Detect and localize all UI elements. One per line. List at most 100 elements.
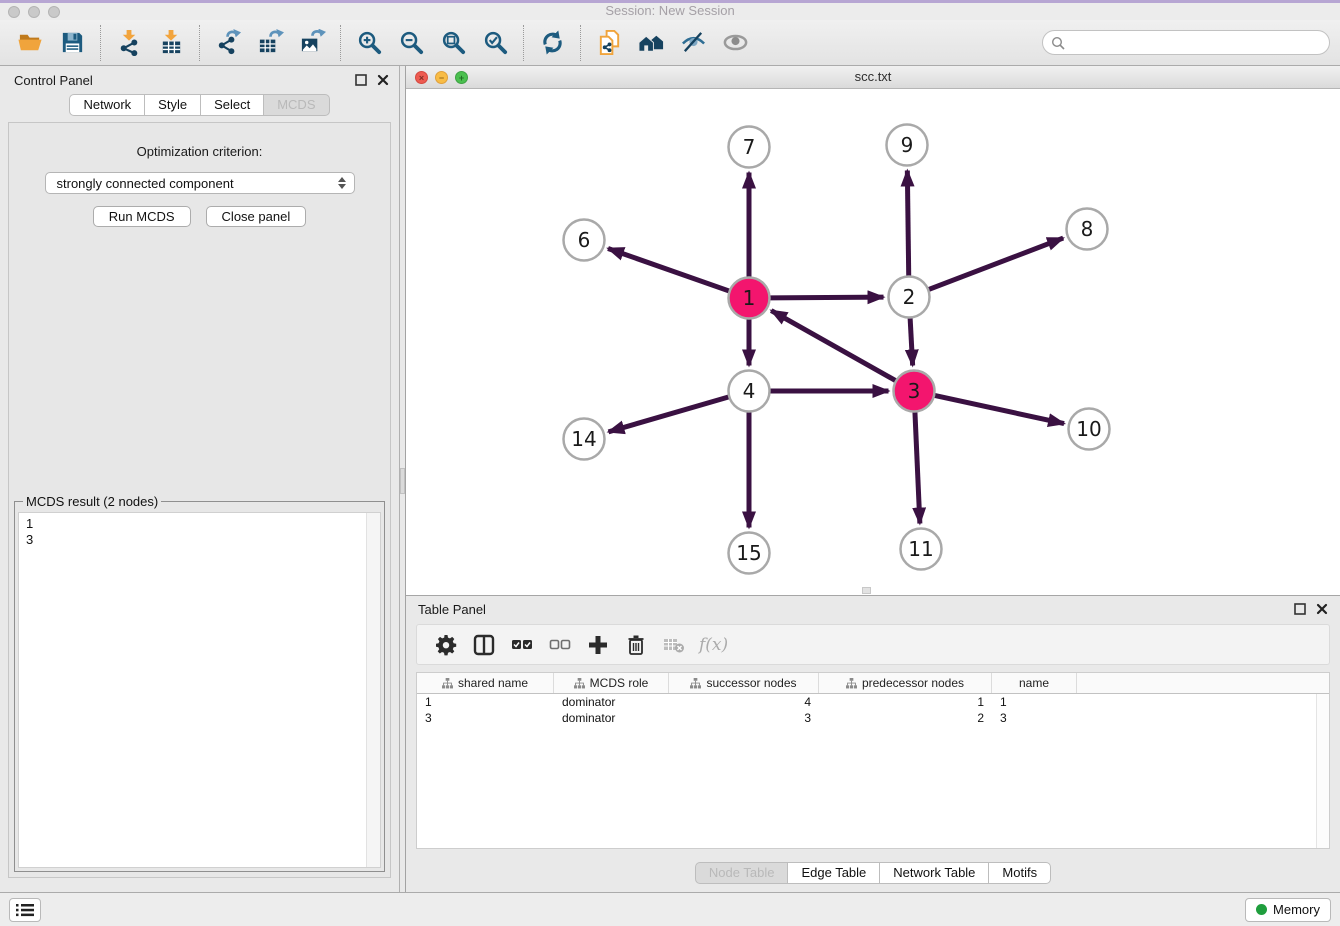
vertical-splitter[interactable]	[399, 66, 406, 892]
first-neighbors-button[interactable]	[636, 28, 666, 58]
graph-node-3[interactable]: 3	[894, 371, 935, 412]
splitter-handle[interactable]	[400, 468, 405, 494]
graph-node-11[interactable]: 11	[901, 529, 942, 570]
float-panel-icon[interactable]	[355, 74, 367, 86]
search-input[interactable]	[1070, 35, 1321, 50]
graph-edge-2-3[interactable]	[910, 317, 913, 365]
graph-node-9[interactable]: 9	[887, 125, 928, 166]
clone-network-button[interactable]	[594, 28, 624, 58]
network-close-icon[interactable]: ×	[415, 71, 428, 84]
graph-node-4[interactable]: 4	[729, 371, 770, 412]
import-network-button[interactable]	[114, 28, 144, 58]
control-panel-tabs: NetworkStyleSelectMCDS	[0, 94, 399, 116]
deselect-all-button[interactable]	[547, 632, 573, 658]
graph-node-6[interactable]: 6	[564, 220, 605, 261]
run-mcds-button[interactable]: Run MCDS	[93, 206, 191, 227]
export-table-button[interactable]	[255, 28, 285, 58]
maximize-window-icon[interactable]	[48, 6, 60, 18]
save-session-button[interactable]	[57, 28, 87, 58]
close-panel-icon[interactable]	[377, 74, 389, 86]
task-history-button[interactable]	[9, 898, 41, 922]
zoom-out-button[interactable]	[396, 28, 426, 58]
graph-node-10[interactable]: 10	[1069, 409, 1110, 450]
network-minimize-icon[interactable]: −	[435, 71, 448, 84]
graph-node-label: 2	[903, 285, 916, 309]
select-all-button[interactable]	[509, 632, 535, 658]
table-tab-node-table[interactable]: Node Table	[695, 862, 789, 884]
table-scrollbar[interactable]	[1316, 694, 1329, 848]
open-session-button[interactable]	[15, 28, 45, 58]
graph-node-14[interactable]: 14	[564, 419, 605, 460]
add-column-button[interactable]	[585, 632, 611, 658]
function-builder-button[interactable]: f(x)	[699, 632, 728, 658]
show-all-button[interactable]	[720, 28, 750, 58]
graph-edge-3-11[interactable]	[915, 411, 920, 523]
graph-node-15[interactable]: 15	[729, 533, 770, 574]
export-image-button[interactable]	[297, 28, 327, 58]
graph-edge-2-8[interactable]	[928, 238, 1063, 290]
graph-edge-2-9[interactable]	[907, 170, 908, 276]
graph-edge-1-2[interactable]	[769, 297, 883, 298]
hide-selected-button[interactable]	[678, 28, 708, 58]
table-cell-predecessor-nodes: 1	[819, 694, 992, 710]
graph-edge-3-1[interactable]	[771, 311, 896, 381]
graph-edge-3-10[interactable]	[934, 395, 1064, 423]
app-titlebar: Session: New Session	[0, 0, 1340, 20]
global-search[interactable]	[1042, 30, 1330, 55]
zoom-fit-button[interactable]	[438, 28, 468, 58]
tab-style[interactable]: Style	[144, 94, 201, 116]
table-tab-edge-table[interactable]: Edge Table	[787, 862, 880, 884]
app-window-controls[interactable]	[8, 6, 60, 18]
zoom-selected-icon	[482, 29, 509, 56]
close-table-panel-icon[interactable]	[1316, 603, 1328, 615]
graph-edge-4-14[interactable]	[608, 397, 729, 432]
delete-column-button[interactable]	[623, 632, 649, 658]
network-canvas[interactable]: 7 9 6 8 1 2 4 3 14 10 15 11	[406, 89, 1340, 595]
tab-network[interactable]: Network	[69, 94, 145, 116]
export-network-button[interactable]	[213, 28, 243, 58]
column-header-shared-name[interactable]: shared name	[417, 673, 554, 693]
table-cell-successor-nodes: 3	[669, 710, 819, 726]
graph-svg[interactable]: 7 9 6 8 1 2 4 3 14 10 15 11	[406, 89, 1338, 594]
node-table[interactable]: shared name MCDS role successor nodesprede…	[416, 672, 1330, 849]
minimize-window-icon[interactable]	[28, 6, 40, 18]
column-header-successor-nodes[interactable]: successor nodes	[669, 673, 819, 693]
graph-node-2[interactable]: 2	[889, 277, 930, 318]
table-row[interactable]: 1dominator411	[417, 694, 1329, 710]
table-row[interactable]: 3dominator323	[417, 710, 1329, 726]
zoom-in-button[interactable]	[354, 28, 384, 58]
table-settings-button[interactable]	[433, 632, 459, 658]
table-tab-motifs[interactable]: Motifs	[988, 862, 1051, 884]
column-header-name[interactable]: name	[992, 673, 1077, 693]
refresh-layout-button[interactable]	[537, 28, 567, 58]
network-window-titlebar[interactable]: × − + scc.txt	[406, 66, 1340, 89]
result-scrollbar[interactable]	[366, 513, 380, 867]
graph-node-label: 8	[1081, 217, 1094, 241]
column-header-predecessor-nodes[interactable]: predecessor nodes	[819, 673, 992, 693]
import-table-button[interactable]	[156, 28, 186, 58]
mcds-result-list[interactable]: 13	[18, 512, 381, 868]
close-panel-button[interactable]: Close panel	[206, 206, 307, 227]
graph-node-1[interactable]: 1	[729, 278, 770, 319]
graph-node-label: 11	[908, 537, 933, 561]
close-window-icon[interactable]	[8, 6, 20, 18]
table-cell-shared-name: 1	[417, 694, 554, 710]
toolbar-separator	[199, 25, 200, 61]
graph-node-7[interactable]: 7	[729, 127, 770, 168]
memory-button[interactable]: Memory	[1245, 898, 1331, 922]
column-header-mcds-role[interactable]: MCDS role	[554, 673, 669, 693]
float-table-panel-icon[interactable]	[1294, 603, 1306, 615]
delete-table-button[interactable]	[661, 632, 687, 658]
criterion-select[interactable]: strongly connected component	[45, 172, 355, 194]
unchecked-boxes-icon	[549, 634, 571, 656]
graph-node-8[interactable]: 8	[1067, 209, 1108, 250]
graph-edge-1-6[interactable]	[608, 248, 730, 291]
horizontal-splitter-handle[interactable]	[862, 587, 871, 594]
column-header-label: MCDS role	[590, 676, 649, 690]
zoom-selected-button[interactable]	[480, 28, 510, 58]
tab-mcds[interactable]: MCDS	[263, 94, 329, 116]
column-visibility-button[interactable]	[471, 632, 497, 658]
tab-select[interactable]: Select	[200, 94, 264, 116]
table-tab-network-table[interactable]: Network Table	[879, 862, 989, 884]
network-maximize-icon[interactable]: +	[455, 71, 468, 84]
